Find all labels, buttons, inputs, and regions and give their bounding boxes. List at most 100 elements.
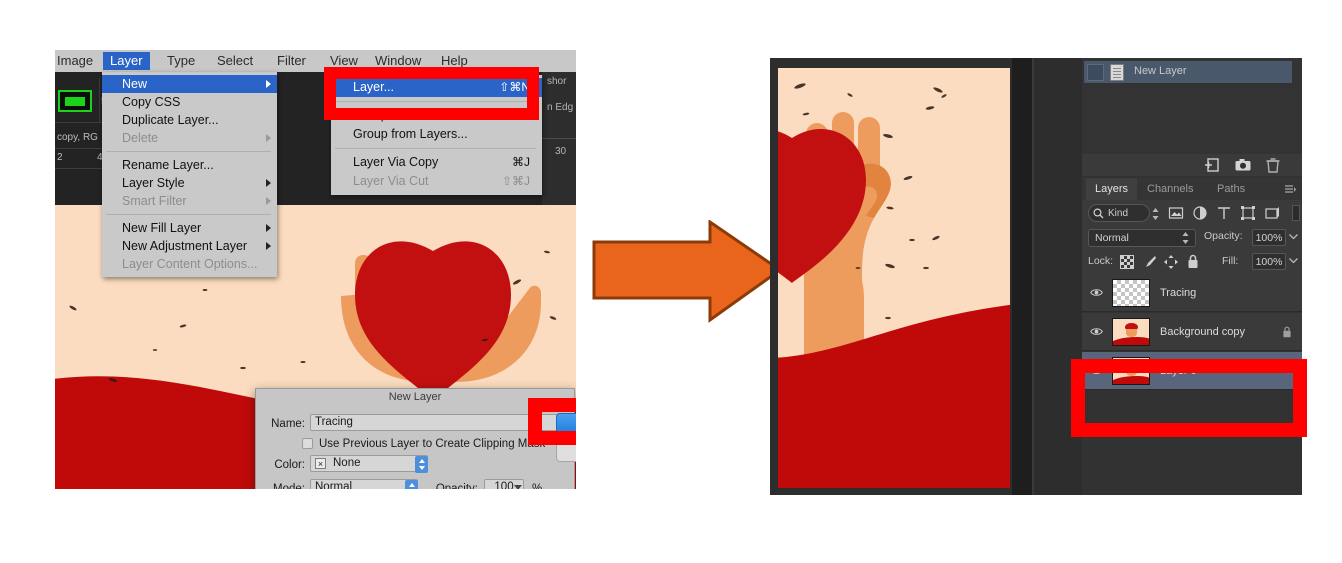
document-icon [1110,64,1124,81]
tab-paths[interactable]: Paths [1208,178,1254,200]
right-canvas-area [770,58,1012,495]
opacity-label: Opacity: [1204,230,1243,242]
eye-icon[interactable] [1090,326,1103,337]
panel-tab-bar: Layers Channels Paths [1082,178,1302,200]
layer-thumbnail[interactable] [1112,318,1150,346]
camera-snapshot-icon[interactable] [1234,156,1252,174]
create-document-from-state-icon[interactable] [1204,156,1222,174]
lock-position-icon[interactable] [1164,255,1178,269]
layer-row-background-copy[interactable]: Background copy [1082,313,1302,351]
filter-toggle[interactable] [1292,205,1300,221]
type-layer-icon[interactable] [1216,205,1232,221]
menu-item-label: New [122,77,148,91]
document-info: copy, RG [57,132,98,143]
menu-item-smart-filter: Smart Filter [102,192,277,210]
search-icon [1093,208,1104,219]
sliver-label-ruler: 30 [555,146,567,157]
submenu-item-group-from-layers[interactable]: Group from Layers... [331,125,542,144]
history-panel-toolbar [1082,154,1302,176]
layer-dropdown-menu: New Copy CSS Duplicate Layer... Delete R… [102,72,277,277]
artwork-thumbnail [1113,319,1149,345]
chevron-right-icon [266,242,271,250]
submenu-item-layer-via-copy[interactable]: Layer Via Copy ⌘J [331,153,542,172]
eye-icon[interactable] [1090,287,1103,298]
new-layer-dialog: New Layer Name: Tracing Use Previous Lay… [255,388,576,489]
tab-channels[interactable]: Channels [1138,178,1202,200]
menu-item-rename-layer[interactable]: Rename Layer... [102,156,277,174]
layer-name-label: Tracing [1160,287,1197,299]
panel-menu-icon[interactable] [1285,185,1297,194]
left-screenshot: 5 p copy, RG 2 4 shor n Edg 30 Image Lay… [55,50,576,489]
menu-item-label: New Adjustment Layer [122,239,248,253]
highlight-ok-button [528,398,576,445]
menu-item-label: Layer Content Options... [122,257,258,271]
smart-object-icon[interactable] [1264,205,1280,221]
sliver-label-shortcut: shor [547,76,567,87]
name-label: Name: [271,418,305,430]
chevron-right-icon [266,224,271,232]
clipping-mask-checkbox[interactable] [302,438,313,449]
blend-mode-select[interactable]: Normal [310,479,418,489]
shape-layer-icon[interactable] [1240,205,1256,221]
highlight-layer-0-row [1071,359,1307,437]
menu-item-layer-style[interactable]: Layer Style [102,174,277,192]
menu-separator [106,214,271,215]
menu-item-label: Duplicate Layer... [122,113,219,127]
chevron-right-icon [266,80,271,88]
history-state-new-layer[interactable]: New Layer [1084,61,1292,83]
submenu-item-label: Layer Via Copy [353,155,439,169]
menu-image[interactable]: Image [55,52,100,70]
menu-item-delete: Delete [102,129,277,147]
menu-item-copy-css[interactable]: Copy CSS [102,93,277,111]
blend-mode-select[interactable]: Normal [1088,229,1196,247]
clipping-mask-label: Use Previous Layer to Create Clipping Ma… [319,438,546,450]
mode-stepper[interactable] [405,480,418,489]
menu-layer[interactable]: Layer [103,52,150,70]
menu-item-new[interactable]: New [102,75,277,93]
menu-item-layer-content-options: Layer Content Options... [102,255,277,273]
menu-item-label: Copy CSS [122,95,181,109]
transparent-checker [1113,280,1149,306]
color-stepper[interactable] [415,456,428,473]
opacity-chevron-icon[interactable] [1289,233,1298,240]
menu-type[interactable]: Type [160,52,202,70]
tab-layers[interactable]: Layers [1086,178,1138,200]
fill-value[interactable]: 100% [1252,253,1286,270]
submenu-item-label: Layer Via Cut [353,174,429,188]
layer-thumbnail[interactable] [1112,279,1150,307]
ruler-tick-a: 2 [57,152,63,163]
lock-image-pixels-icon[interactable] [1142,255,1157,269]
divider [99,78,100,122]
lock-label: Lock: [1088,255,1114,267]
menu-separator [106,151,271,152]
kind-stepper-icon[interactable] [1152,208,1159,220]
lock-all-icon[interactable] [1187,254,1199,269]
workspace-gap [1012,58,1034,495]
menu-select[interactable]: Select [210,52,260,70]
opacity-value[interactable]: 100% [1252,229,1286,246]
gradient-swatch-icon[interactable] [58,90,92,112]
mode-label: Mode: [273,483,305,489]
fill-chevron-icon[interactable] [1289,257,1298,264]
layer-name-input[interactable]: Tracing [310,414,558,431]
pixel-layer-icon[interactable] [1168,205,1184,221]
menu-separator [335,148,536,149]
menu-item-new-fill-layer[interactable]: New Fill Layer [102,219,277,237]
menu-item-duplicate-layer[interactable]: Duplicate Layer... [102,111,277,129]
menu-filter[interactable]: Filter [270,52,313,70]
blend-stepper-icon[interactable] [1182,232,1189,244]
history-state-label: New Layer [1134,65,1187,77]
divider [542,138,576,139]
menu-item-label: New Fill Layer [122,221,202,235]
chevron-down-icon[interactable] [514,485,522,489]
trash-icon[interactable] [1264,156,1282,174]
highlight-new-layer-submenu [324,67,539,120]
tutorial-image: 5 p copy, RG 2 4 shor n Edg 30 Image Lay… [0,0,1342,563]
submenu-item-layer-via-cut: Layer Via Cut ⇧⌘J [331,172,542,191]
lock-transparent-pixels-icon[interactable] [1120,255,1134,269]
adjustment-layer-icon[interactable] [1192,205,1208,221]
chevron-right-icon [266,197,271,205]
menu-item-new-adjustment-layer[interactable]: New Adjustment Layer [102,237,277,255]
color-select[interactable]: None [310,455,428,472]
layer-row-tracing[interactable]: Tracing [1082,274,1302,312]
